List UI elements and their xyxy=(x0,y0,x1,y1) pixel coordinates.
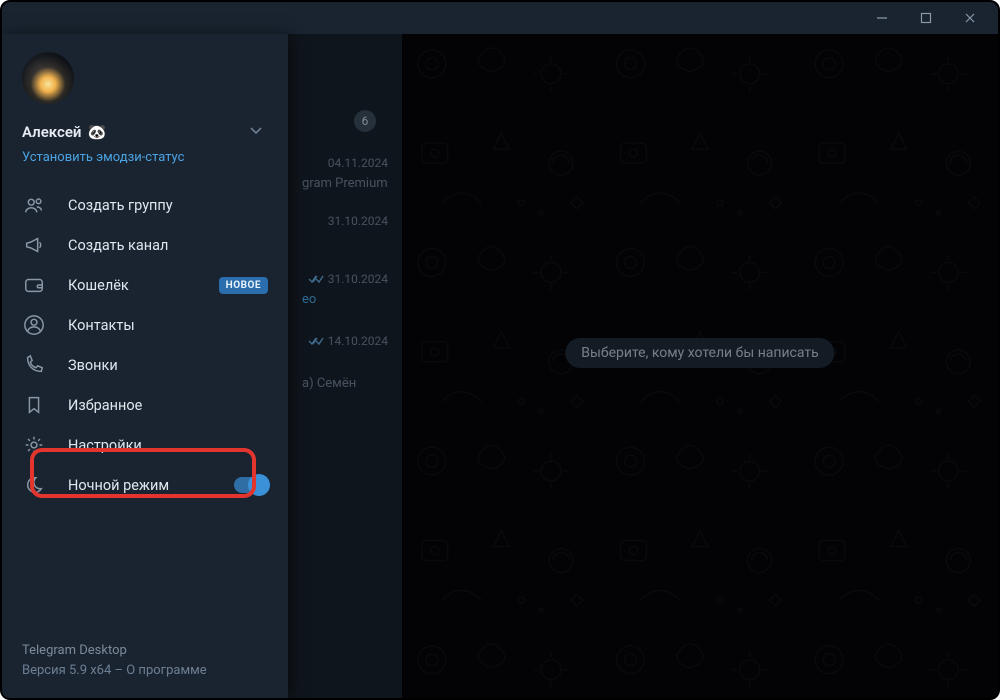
menu-create-group[interactable]: Создать группу xyxy=(2,185,288,225)
gear-icon xyxy=(22,433,46,457)
menu-saved[interactable]: Избранное xyxy=(2,385,288,425)
night-mode-toggle[interactable] xyxy=(234,477,268,493)
drawer-footer: Telegram Desktop Версия 5.9 x64 – О прог… xyxy=(2,627,288,698)
phone-icon xyxy=(22,353,46,377)
menu-night-mode[interactable]: Ночной режим xyxy=(2,465,288,505)
app-name: Telegram Desktop xyxy=(22,641,268,661)
menu-label: Создать группу xyxy=(68,197,173,214)
contacts-icon xyxy=(22,313,46,337)
title-bar xyxy=(2,2,998,34)
menu-label: Звонки xyxy=(68,357,118,374)
avatar[interactable] xyxy=(22,52,74,104)
menu-label: Избранное xyxy=(68,397,142,414)
menu-create-channel[interactable]: Создать канал xyxy=(2,225,288,265)
bookmark-icon xyxy=(22,393,46,417)
maximize-button[interactable] xyxy=(904,2,948,34)
menu-calls[interactable]: Звонки xyxy=(2,345,288,385)
wallet-icon xyxy=(22,273,46,297)
panda-emoji-icon: 🐼 xyxy=(87,123,106,141)
profile-name: Алексей🐼 xyxy=(22,123,106,141)
app-window: 6 04.11.2024 gram Premium б... 31.10.202… xyxy=(0,0,1000,700)
menu-wallet[interactable]: Кошелёк НОВОЕ xyxy=(2,265,288,305)
menu-settings[interactable]: Настройки xyxy=(2,425,288,465)
megaphone-icon xyxy=(22,233,46,257)
menu-label: Настройки xyxy=(68,437,142,454)
expand-accounts-button[interactable] xyxy=(244,118,268,146)
close-button[interactable] xyxy=(948,2,992,34)
moon-icon xyxy=(22,473,46,497)
menu-label: Кошелёк xyxy=(68,277,129,294)
version-about-link[interactable]: Версия 5.9 x64 – О программе xyxy=(22,661,268,681)
menu-label: Контакты xyxy=(68,317,135,334)
new-badge: НОВОЕ xyxy=(219,277,268,294)
menu-list: Создать группу Создать канал Кошелёк НОВ… xyxy=(2,175,288,511)
group-icon xyxy=(22,193,46,217)
menu-label: Ночной режим xyxy=(68,477,169,494)
menu-contacts[interactable]: Контакты xyxy=(2,305,288,345)
drawer-overlay-shadow[interactable] xyxy=(288,34,998,698)
profile-section: Алексей🐼 Установить эмодзи-статус xyxy=(2,34,288,175)
main-menu-drawer: Алексей🐼 Установить эмодзи-статус Создат… xyxy=(2,34,288,698)
minimize-button[interactable] xyxy=(860,2,904,34)
menu-label: Создать канал xyxy=(68,237,168,254)
set-emoji-status-link[interactable]: Установить эмодзи-статус xyxy=(22,150,268,165)
